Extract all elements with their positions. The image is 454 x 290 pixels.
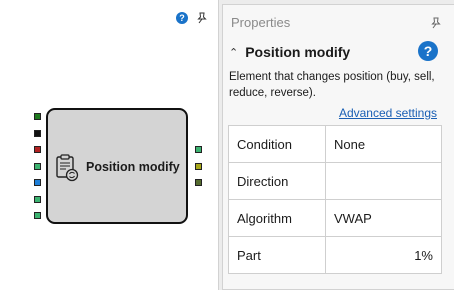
properties-panel: Properties ⌃ Position modify ? Element t… (222, 4, 454, 290)
input-port[interactable] (34, 195, 41, 203)
output-port[interactable] (195, 146, 202, 153)
property-key: Direction (228, 162, 326, 200)
table-row[interactable]: Part 1% (228, 236, 442, 274)
input-port[interactable] (34, 162, 41, 170)
help-icon[interactable]: ? (176, 12, 188, 24)
help-icon[interactable]: ? (418, 41, 438, 61)
table-row[interactable]: Condition None (228, 125, 442, 163)
table-row[interactable]: Algorithm VWAP (228, 199, 442, 237)
property-grid: Condition None Direction Algorithm VWAP … (228, 125, 442, 274)
input-port[interactable] (34, 129, 41, 137)
canvas-toolbar: ? (176, 12, 208, 24)
property-key: Condition (228, 125, 326, 163)
node-label: Position modify (86, 160, 180, 174)
pin-icon[interactable] (196, 12, 208, 24)
property-value[interactable]: VWAP (325, 199, 442, 237)
element-description: Element that changes position (buy, sell… (229, 71, 435, 99)
property-value[interactable]: None (325, 125, 442, 163)
output-port[interactable] (195, 162, 202, 170)
property-key: Algorithm (228, 199, 326, 237)
position-modify-node[interactable]: Position modify (46, 108, 188, 224)
input-port[interactable] (34, 113, 41, 120)
input-port[interactable] (34, 179, 41, 186)
property-value[interactable] (325, 162, 442, 200)
input-port[interactable] (34, 212, 41, 219)
table-row[interactable]: Direction (228, 162, 442, 200)
diagram-canvas[interactable]: ? Position modify (0, 0, 219, 290)
input-port[interactable] (34, 146, 41, 153)
output-port[interactable] (195, 179, 202, 186)
section-title: Position modify (245, 44, 351, 60)
property-key: Part (228, 236, 326, 274)
advanced-settings-link[interactable]: Advanced settings (339, 106, 437, 120)
pin-icon[interactable] (430, 17, 442, 29)
chevron-up-icon[interactable]: ⌃ (229, 46, 238, 59)
section-toggle[interactable]: ⌃ Position modify (229, 44, 350, 60)
property-value[interactable]: 1% (325, 236, 442, 274)
properties-header: Properties (231, 15, 291, 30)
clipboard-refresh-icon (56, 154, 79, 182)
